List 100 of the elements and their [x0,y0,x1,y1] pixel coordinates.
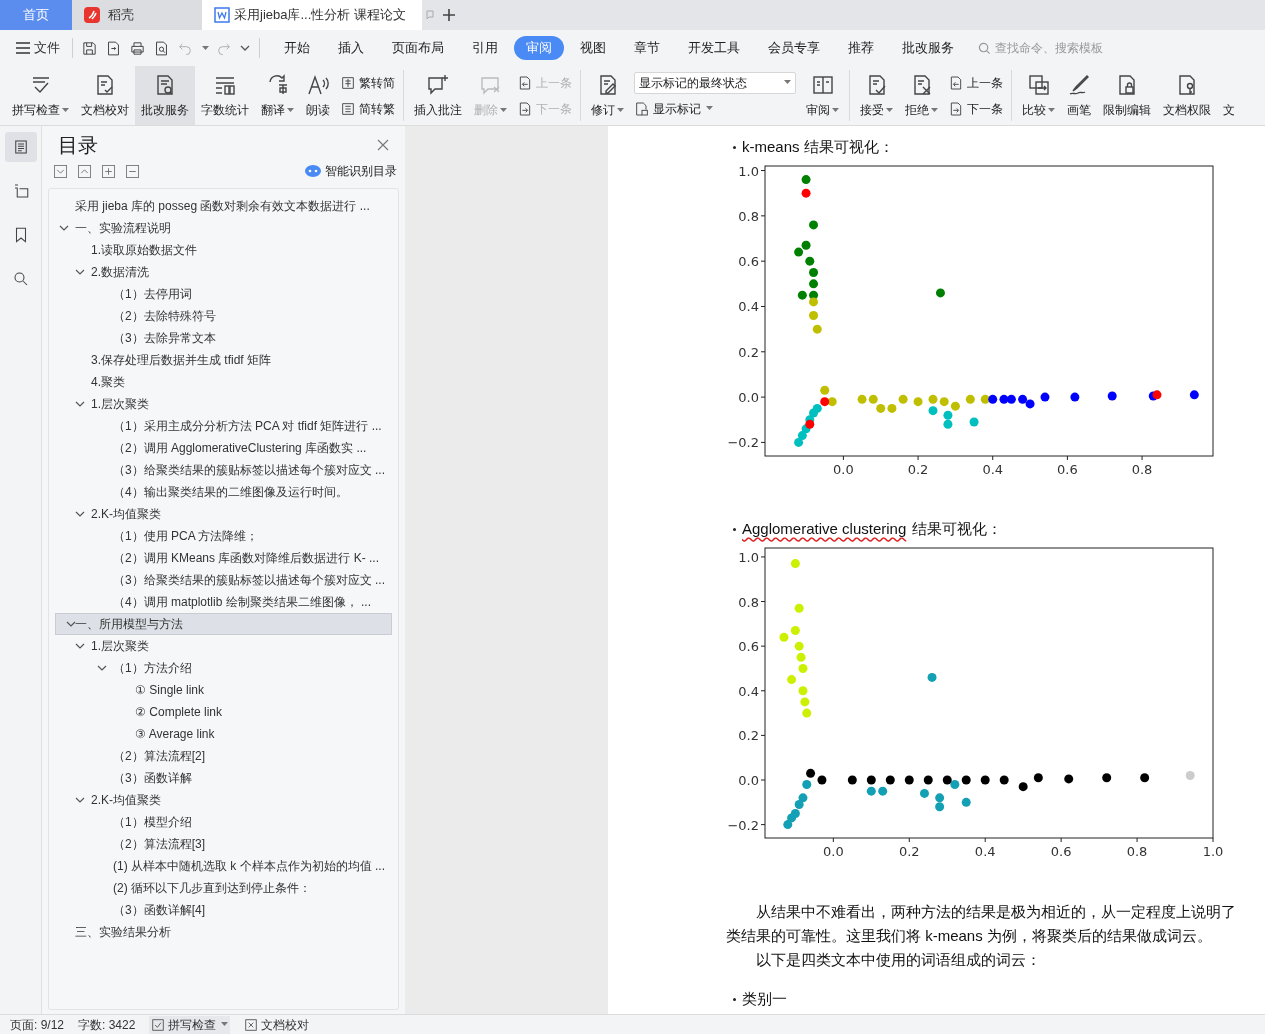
file-menu[interactable]: 文件 [0,38,72,58]
data-point [898,394,908,404]
menu-tab[interactable]: 开始 [272,36,322,60]
toc-item[interactable]: 2.K-均值聚类 [49,789,398,811]
toc-item[interactable]: （3）给聚类结果的簇贴标签以描述每个簇对应文 ... [49,459,398,481]
toc-item[interactable]: （1）模型介绍 [49,811,398,833]
export-icon[interactable] [105,39,122,57]
ribbon-button[interactable]: 翻译 [255,66,300,125]
menu-tab[interactable]: 章节 [622,36,672,60]
ribbon-button[interactable]: 文 [1217,66,1241,125]
plus-icon[interactable] [102,164,115,178]
chevron-icon[interactable] [75,641,85,651]
toc-item[interactable]: （3）去除异常文本 [49,327,398,349]
chevron-icon[interactable] [97,663,107,673]
toc-item[interactable]: 1.层次聚类 [49,393,398,415]
chevron-icon[interactable] [75,399,85,409]
ribbon-button[interactable]: 拼写检查 [6,66,75,125]
close-icon[interactable] [377,139,389,151]
chevron-icon[interactable] [59,223,69,233]
chevron-icon[interactable] [75,267,85,277]
toc-item[interactable]: (2) 循环以下几步直到达到停止条件： [49,877,398,899]
toc-item[interactable]: （4）调用 matplotlib 绘制聚类结果二维图像， ... [49,591,398,613]
data-point [857,394,867,404]
toc-item[interactable]: （3）函数详解 [49,767,398,789]
toc-item[interactable]: （2）去除特殊符号 [49,305,398,327]
toc-item[interactable]: 采用 jieba 库的 posseg 函数对剩余有效文本数据进行 ... [49,195,398,217]
ribbon-button[interactable]: 上一条 [948,71,1003,94]
minus-icon[interactable] [126,164,139,178]
ribbon-button[interactable]: 限制编辑 [1097,66,1157,125]
ribbon-button[interactable]: 字数统计 [195,66,255,125]
data-point [1185,771,1195,781]
collapse-icon[interactable] [78,164,91,178]
toc-item[interactable]: （1）采用主成分分析方法 PCA 对 tfidf 矩阵进行 ... [49,415,398,437]
next-icon [517,100,533,117]
expand-icon[interactable] [54,164,67,178]
ribbon-button[interactable]: 修订 [585,66,630,125]
menu-tab[interactable]: 会员专享 [756,36,832,60]
toc-item[interactable]: 3.保存处理后数据并生成 tfidf 矩阵 [49,349,398,371]
save-icon[interactable] [81,39,98,57]
toc-item[interactable]: 1.读取原始数据文件 [49,239,398,261]
data-point [928,406,938,416]
toc-item[interactable]: 2.数据清洗 [49,261,398,283]
title-tab[interactable]: 稻壳 [72,0,202,30]
menu-tab[interactable]: 批改服务 [890,36,966,60]
ribbon-button[interactable]: 显示标记 [634,97,796,120]
toc-item[interactable]: 一、所用模型与方法 [55,613,392,635]
search-field[interactable]: 查找命令、搜索模板 [978,39,1145,57]
side-panel-button[interactable] [4,132,37,162]
toc-item[interactable]: (1) 从样本中随机选取 k 个样本点作为初始的均值 ... [49,855,398,877]
menu-tab[interactable]: 开发工具 [676,36,752,60]
menu-tab[interactable]: 视图 [568,36,618,60]
spell-check-button[interactable]: 拼写检查 [149,1015,231,1034]
ribbon-button[interactable]: 文档权限 [1157,66,1217,125]
toc-item[interactable]: （2）算法流程[3] [49,833,398,855]
toc-item[interactable]: （1）使用 PCA 方法降维； [49,525,398,547]
menu-tab[interactable]: 页面布局 [380,36,456,60]
toc-item[interactable]: （3）给聚类结果的簇贴标签以描述每个簇对应文 ... [49,569,398,591]
toc-item[interactable]: （2）算法流程[2] [49,745,398,767]
chevron-icon[interactable] [75,509,85,519]
ribbon-button[interactable]: 批改服务 [135,66,195,125]
ribbon-button[interactable]: 朗读 [300,66,336,125]
toc-item[interactable]: （2）调用 AgglomerativeClustering 库函数实 ... [49,437,398,459]
toc-item[interactable]: （1）去停用词 [49,283,398,305]
smart-toc-button[interactable]: 智能识别目录 [305,162,397,180]
print-icon[interactable] [129,39,146,57]
chevron-icon[interactable] [66,619,76,629]
ribbon-button[interactable]: 简转繁 [340,97,395,120]
toc-item[interactable]: 1.层次聚类 [49,635,398,657]
proofread-button[interactable]: 文档校对 [244,1015,310,1034]
menu-tab[interactable]: 推荐 [836,36,886,60]
toc-item[interactable]: ① Single link [49,679,398,701]
chevron-icon[interactable] [75,795,85,805]
ribbon-button[interactable]: 繁转简 [340,71,395,94]
print-preview-icon[interactable] [153,39,170,57]
ribbon-button[interactable]: 审阅 [800,66,845,125]
ribbon-button[interactable]: 接受 [854,66,899,125]
plus-icon[interactable] [442,8,456,22]
ribbon-button[interactable]: 插入批注 [408,66,468,125]
title-tab[interactable]: 采用jieba库...性分析 课程论文 [202,0,422,30]
toc-item[interactable]: 三、实验结果分析 [49,921,398,943]
ribbon-button[interactable]: 下一条 [948,97,1003,120]
markup-state-dropdown[interactable]: 显示标记的最终状态 [634,71,796,94]
ribbon-button[interactable]: 文档校对 [75,66,135,125]
toc-item[interactable]: 4.聚类 [49,371,398,393]
toc-item[interactable]: ③ Average link [49,723,398,745]
ribbon-button[interactable]: 比较 [1016,66,1061,125]
ribbon-button[interactable]: 画笔 [1061,66,1097,125]
toc-item[interactable]: ② Complete link [49,701,398,723]
menu-tab[interactable]: 插入 [326,36,376,60]
toc-item[interactable]: 一、实验流程说明 [49,217,398,239]
toc-item[interactable]: （2）调用 KMeans 库函数对降维后数据进行 K- ... [49,547,398,569]
data-point [919,788,929,798]
menu-tab[interactable]: 引用 [460,36,510,60]
toc-item[interactable]: （3）函数详解[4] [49,899,398,921]
ribbon-button[interactable]: 拒绝 [899,66,944,125]
toc-item[interactable]: 2.K-均值聚类 [49,503,398,525]
toc-item[interactable]: （4）输出聚类结果的二维图像及运行时间。 [49,481,398,503]
bullet-mark [733,527,736,531]
toc-item[interactable]: （1）方法介绍 [49,657,398,679]
y-tick-label: 0.0 [738,390,759,406]
